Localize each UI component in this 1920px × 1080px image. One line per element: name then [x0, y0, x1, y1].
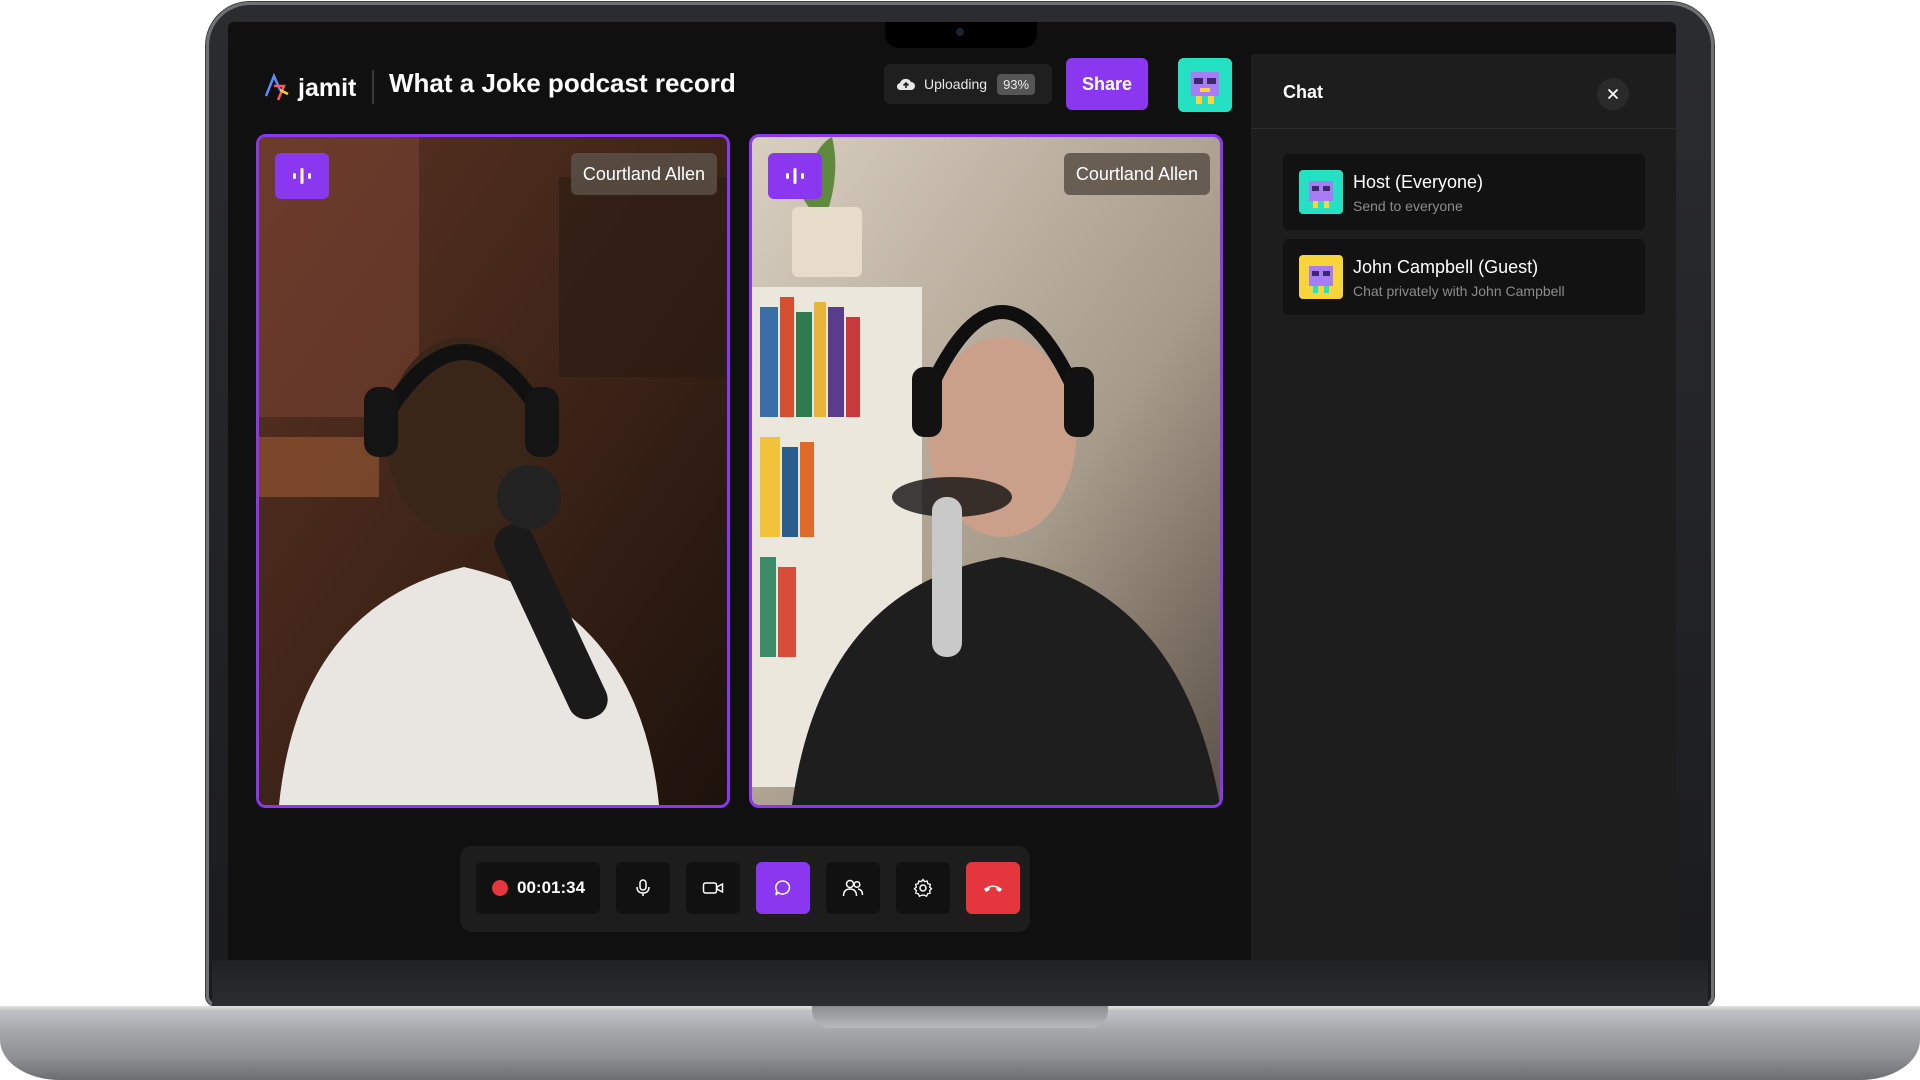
upload-percent: 93% [997, 73, 1036, 95]
camera-icon [702, 882, 724, 894]
participant-video [752, 137, 1220, 805]
page-title: What a Joke podcast record [389, 68, 736, 98]
upload-status: Uploading 93% [884, 64, 1052, 104]
avatar [1299, 255, 1343, 299]
laptop-thumb-notch [812, 1006, 1108, 1028]
logo-text: jamit [298, 73, 357, 102]
microphone-button[interactable] [616, 862, 670, 914]
speaking-indicator-left[interactable] [275, 153, 329, 199]
avatar-icon [1299, 170, 1343, 214]
video-tile-left[interactable]: Courtland Allen [256, 134, 730, 808]
app-logo[interactable]: jamit [262, 72, 356, 104]
speaking-indicator-right[interactable] [768, 153, 822, 199]
screen: jamit What a Joke podcast record Uploadi… [228, 22, 1676, 960]
audio-level-icon [293, 168, 311, 184]
chat-recipient-subtitle: Chat privately with John Campbell [1353, 283, 1565, 299]
chat-recipient-subtitle: Send to everyone [1353, 198, 1463, 214]
avatar-icon [1178, 58, 1232, 112]
record-indicator-icon [492, 880, 508, 896]
title-divider [372, 70, 374, 104]
upload-label: Uploading [924, 76, 988, 92]
chat-header: Chat [1251, 54, 1676, 129]
chat-panel: Chat Host (Everyone) Send to everyone Jo… [1251, 54, 1676, 960]
recording-timer: 00:01:34 [476, 862, 600, 914]
settings-button[interactable] [896, 862, 950, 914]
share-button[interactable]: Share [1066, 58, 1148, 110]
camera-lens-icon [956, 28, 964, 36]
settings-icon [913, 878, 933, 898]
laptop-bezel-bottom [212, 960, 1708, 1006]
audio-level-icon [786, 168, 804, 184]
hang-up-icon [984, 885, 1002, 892]
participant-name-tag: Courtland Allen [570, 153, 717, 195]
timer-text: 00:01:34 [517, 878, 586, 897]
camera-button[interactable] [686, 862, 740, 914]
video-tile-right[interactable]: Courtland Allen [749, 134, 1223, 808]
chat-recipient-guest[interactable]: John Campbell (Guest) Chat privately wit… [1283, 239, 1645, 315]
avatar[interactable] [1178, 58, 1232, 112]
chat-title: Chat [1283, 82, 1323, 102]
chat-recipient-name: John Campbell (Guest) [1353, 257, 1539, 277]
cloud-upload-icon [896, 78, 915, 91]
participants-icon [842, 879, 864, 897]
participant-name-tag: Courtland Allen [1063, 153, 1210, 195]
jamit-logo-icon [264, 72, 289, 101]
chat-recipient-host[interactable]: Host (Everyone) Send to everyone [1283, 154, 1645, 230]
avatar-icon [1299, 255, 1343, 299]
close-icon [1607, 88, 1619, 100]
call-controls: 00:01:34 [460, 846, 1030, 932]
end-call-button[interactable] [966, 862, 1020, 914]
participants-button[interactable] [826, 862, 880, 914]
chat-icon [775, 880, 791, 896]
avatar [1299, 170, 1343, 214]
participant-video [259, 137, 727, 805]
chat-recipient-name: Host (Everyone) [1353, 172, 1484, 192]
microphone-icon [636, 879, 650, 896]
chat-button[interactable] [756, 862, 810, 914]
chat-close-button[interactable] [1597, 78, 1629, 110]
